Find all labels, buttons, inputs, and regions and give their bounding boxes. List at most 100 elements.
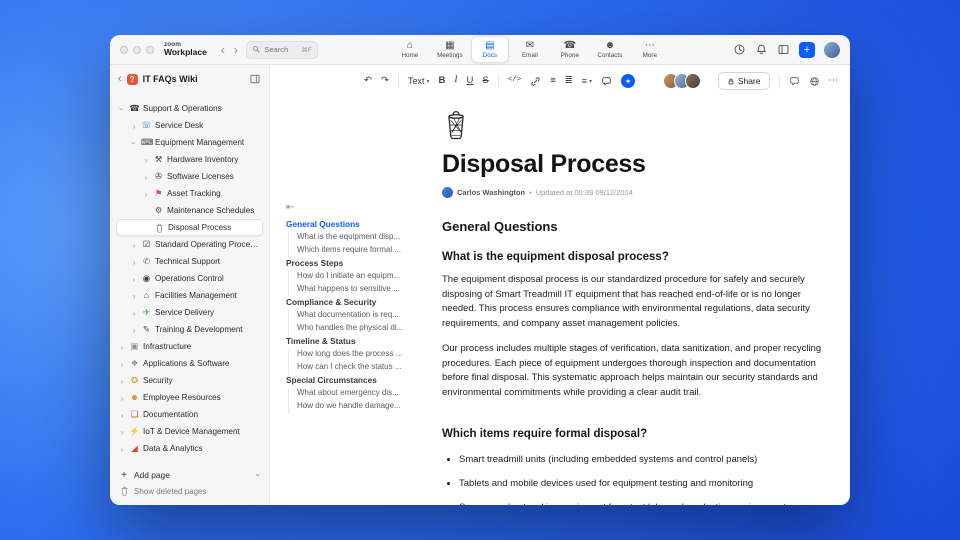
numbered-list-button[interactable]: ≣ bbox=[565, 76, 573, 86]
chevron-right-icon[interactable]: › bbox=[130, 325, 138, 335]
outline-section-timeline-status[interactable]: Timeline & Status bbox=[286, 336, 428, 349]
tab-more[interactable]: ⋯ More bbox=[631, 36, 669, 63]
tab-contacts[interactable]: ☻ Contacts bbox=[591, 36, 629, 63]
underline-button[interactable]: U bbox=[467, 76, 474, 86]
collapse-outline-icon[interactable]: ⇤ bbox=[286, 203, 294, 213]
tab-docs[interactable]: ▤ Docs bbox=[470, 36, 509, 63]
outline-item[interactable]: What about emergency dis... bbox=[297, 388, 429, 401]
outline-item[interactable]: How long does the process ... bbox=[297, 349, 429, 362]
globe-icon[interactable] bbox=[809, 76, 820, 87]
outline-item[interactable]: Which items require formal ... bbox=[297, 245, 429, 258]
global-search[interactable]: ⌘F bbox=[245, 40, 318, 59]
outline-item[interactable]: How do I initiate an equipm... bbox=[297, 271, 429, 284]
sidebar-item-hardware-inventory[interactable]: › ⚒ Hardware Inventory bbox=[116, 151, 263, 168]
bullet-list-button[interactable]: ≡ bbox=[550, 76, 556, 86]
chevron-right-icon[interactable]: › bbox=[118, 393, 126, 403]
chevron-right-icon[interactable]: › bbox=[118, 410, 126, 420]
sidebar-item-employee-resources[interactable]: › ☻ Employee Resources bbox=[116, 389, 263, 406]
sidebar-item-disposal-process[interactable]: ›Disposal Process bbox=[116, 219, 263, 236]
chevron-right-icon[interactable]: › bbox=[142, 189, 150, 199]
chevron-right-icon[interactable]: › bbox=[130, 240, 138, 250]
chevron-right-icon[interactable]: › bbox=[118, 342, 126, 352]
sidebar-item-standard-operating-procedures[interactable]: › ☑ Standard Operating Procedures bbox=[116, 236, 263, 253]
tab-email[interactable]: ✉ Email bbox=[511, 36, 549, 63]
sidebar-item-service-desk[interactable]: › ☏ Service Desk bbox=[116, 117, 263, 134]
sidebar-item-iot-device-management[interactable]: › ⚡ IoT & Device Management bbox=[116, 423, 263, 440]
more-options-icon[interactable]: ⋯ bbox=[829, 76, 839, 86]
outline-item[interactable]: What is the equipment disp... bbox=[297, 232, 429, 245]
chevron-right-icon[interactable]: › bbox=[142, 155, 150, 165]
outline-item[interactable]: What documentation is req... bbox=[297, 310, 429, 323]
sidebar-item-maintenance-schedules[interactable]: ›⚙Maintenance Schedules bbox=[116, 202, 263, 219]
outline-item[interactable]: What happens to sensitive ... bbox=[297, 284, 429, 297]
chevron-right-icon[interactable]: › bbox=[118, 427, 126, 437]
side-panel-icon[interactable] bbox=[777, 43, 790, 56]
show-deleted-pages-button[interactable]: Show deleted pages bbox=[116, 483, 263, 499]
outline-item[interactable]: Who handles the physical di... bbox=[297, 323, 429, 336]
tab-phone[interactable]: ☎ Phone bbox=[551, 36, 589, 63]
ai-companion-button[interactable]: ✦ bbox=[621, 74, 636, 88]
chevron-right-icon[interactable]: › bbox=[130, 257, 138, 267]
maximize-window-button[interactable] bbox=[146, 45, 154, 54]
comment-button[interactable] bbox=[601, 76, 612, 87]
align-dropdown[interactable]: ≡ ▾ bbox=[582, 76, 592, 86]
search-input[interactable] bbox=[264, 45, 299, 54]
sidebar-item-support-operations[interactable]: › ☎ Support & Operations bbox=[116, 100, 263, 117]
sidebar-item-operations-control[interactable]: › ◉ Operations Control bbox=[116, 270, 263, 287]
user-avatar[interactable] bbox=[824, 41, 840, 58]
sidebar-item-software-licenses[interactable]: › ✇ Software Licenses bbox=[116, 168, 263, 185]
outline-section-compliance-security[interactable]: Compliance & Security bbox=[286, 297, 428, 310]
clock-icon[interactable] bbox=[733, 43, 746, 56]
sidebar-item-applications-software[interactable]: › ❖ Applications & Software bbox=[116, 355, 263, 372]
minimize-window-button[interactable] bbox=[133, 45, 141, 54]
undo-icon[interactable]: ↶ bbox=[364, 76, 372, 86]
chevron-down-icon[interactable]: › bbox=[129, 139, 139, 147]
forward-button[interactable]: › bbox=[233, 44, 239, 56]
outline-item[interactable]: How can I check the status ... bbox=[297, 362, 429, 375]
chevron-right-icon[interactable]: › bbox=[130, 291, 138, 301]
chevron-right-icon[interactable]: › bbox=[118, 376, 126, 386]
bold-button[interactable]: B bbox=[438, 76, 445, 86]
collapse-sidebar-icon[interactable] bbox=[249, 73, 261, 85]
chevron-right-icon[interactable]: › bbox=[142, 172, 150, 182]
sidebar-item-documentation[interactable]: › ❏ Documentation bbox=[116, 406, 263, 423]
share-button[interactable]: Share bbox=[717, 72, 770, 90]
trash-icon[interactable] bbox=[442, 109, 822, 141]
sidebar-item-technical-support[interactable]: › ✆ Technical Support bbox=[116, 253, 263, 270]
sidebar-item-equipment-management[interactable]: › ⌨ Equipment Management bbox=[116, 134, 263, 151]
outline-section-process-steps[interactable]: Process Steps bbox=[286, 258, 428, 271]
link-button[interactable] bbox=[530, 76, 541, 87]
new-item-button[interactable]: + bbox=[799, 41, 815, 58]
code-button[interactable]: </> bbox=[508, 77, 522, 85]
strikethrough-button[interactable]: S bbox=[482, 76, 488, 86]
redo-icon[interactable]: ↷ bbox=[381, 76, 389, 86]
chevron-right-icon[interactable]: › bbox=[130, 121, 138, 131]
chevron-right-icon[interactable]: › bbox=[118, 444, 126, 454]
italic-button[interactable]: I bbox=[454, 76, 457, 86]
sidebar-back-icon[interactable]: ‹ bbox=[118, 73, 122, 85]
chevron-down-icon[interactable]: › bbox=[254, 474, 264, 477]
bell-icon[interactable] bbox=[755, 43, 768, 56]
outline-section-special-circumstances[interactable]: Special Circumstances bbox=[286, 375, 428, 388]
text-style-dropdown[interactable]: Text ▾ bbox=[408, 76, 430, 86]
chevron-down-icon[interactable]: › bbox=[117, 105, 127, 113]
tab-home[interactable]: ⌂ Home bbox=[391, 36, 429, 63]
collaborator-avatar[interactable] bbox=[684, 73, 701, 89]
chevron-right-icon[interactable]: › bbox=[130, 274, 138, 284]
sidebar-item-infrastructure[interactable]: › ▣ Infrastructure bbox=[116, 338, 263, 355]
sidebar-item-security[interactable]: › ✪ Security bbox=[116, 372, 263, 389]
outline-item[interactable]: How do we handle damage... bbox=[297, 401, 429, 414]
outline-section-general-questions[interactable]: General Questions bbox=[286, 219, 428, 232]
sidebar-item-data-analytics[interactable]: › ◢ Data & Analytics bbox=[116, 440, 263, 457]
comments-panel-icon[interactable] bbox=[789, 76, 800, 87]
sidebar-item-facilities-management[interactable]: › ⌂ Facilities Management bbox=[116, 287, 263, 304]
close-window-button[interactable] bbox=[120, 45, 128, 54]
chevron-right-icon[interactable]: › bbox=[118, 359, 126, 369]
add-page-button[interactable]: + Add page › bbox=[116, 467, 264, 483]
sidebar-item-asset-tracking[interactable]: › ⚑ Asset Tracking bbox=[116, 185, 263, 202]
tab-meetings[interactable]: ▦ Meetings bbox=[431, 36, 469, 63]
chevron-right-icon[interactable]: › bbox=[130, 308, 138, 318]
back-button[interactable]: ‹ bbox=[220, 44, 226, 56]
sidebar-item-service-delivery[interactable]: › ✈ Service Delivery bbox=[116, 304, 263, 321]
sidebar-item-training-development[interactable]: › ✎ Training & Development bbox=[116, 321, 263, 338]
